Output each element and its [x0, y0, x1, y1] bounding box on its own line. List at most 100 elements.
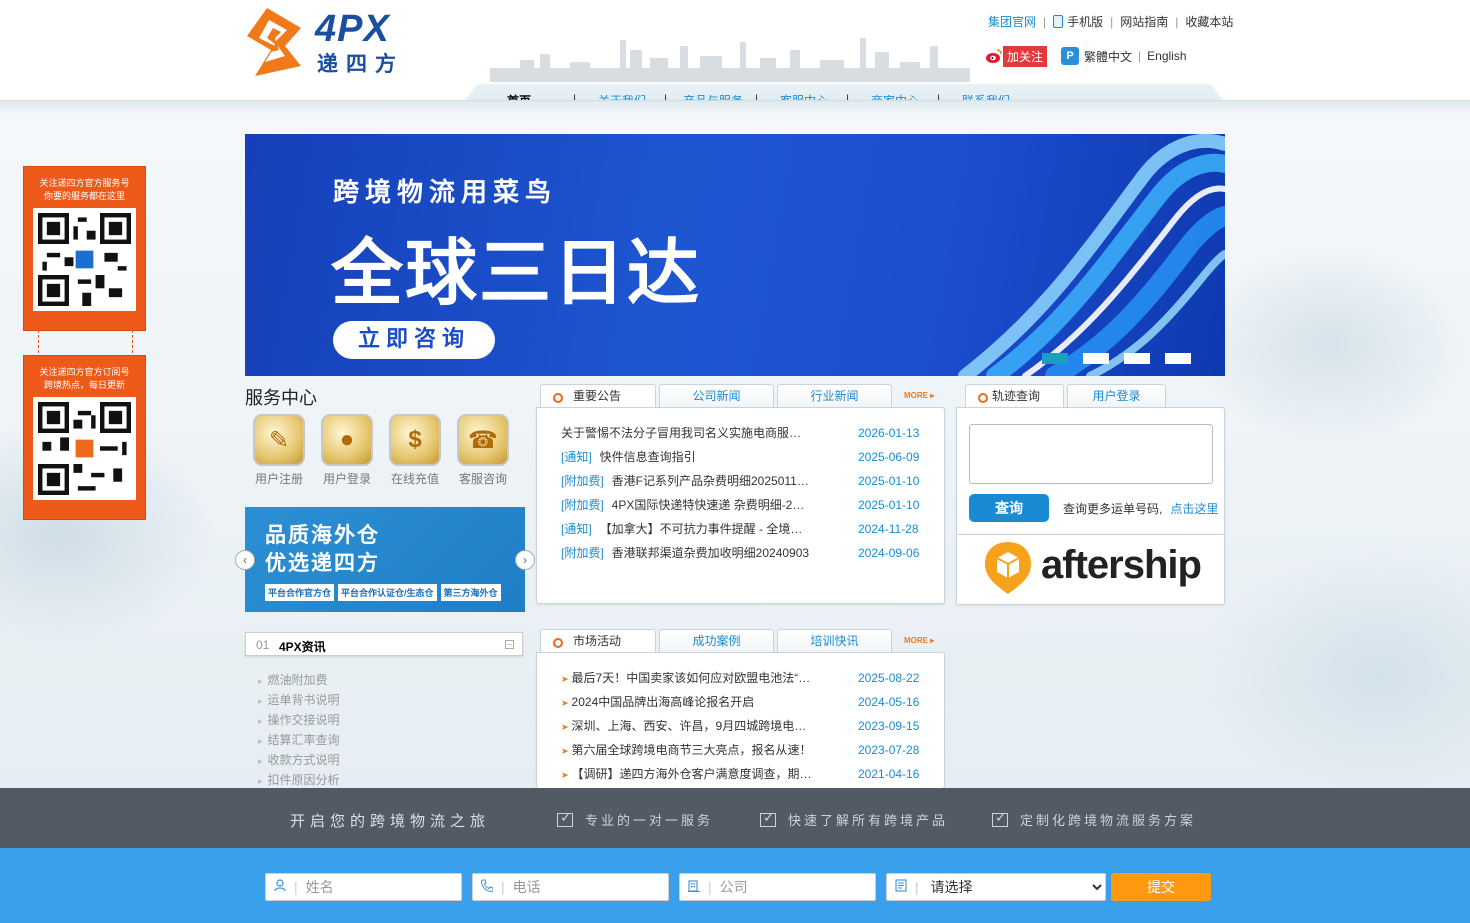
phone-field[interactable]: | 电话: [472, 873, 669, 901]
logo[interactable]: 4PX 递四方: [245, 6, 425, 78]
tab-track-query[interactable]: 轨迹查询: [965, 384, 1064, 408]
news-row[interactable]: [附加费] 4PX国际快递特快速递 杂费明细-2… 2025-01-10: [561, 493, 921, 517]
aftership-partner-logo[interactable]: aftership: [957, 534, 1225, 604]
news-category: [附加费]: [561, 474, 604, 488]
promo-line-1: 品质海外仓: [265, 523, 380, 547]
field-divider: |: [914, 879, 919, 895]
warehouse-promo-banner[interactable]: 品质海外仓 优选递四方 平台合作官方仓 平台合作认证仓/生态仓 第三方海外仓: [245, 507, 525, 612]
hero-banner[interactable]: 跨境物流用菜鸟 全球三日达 立即咨询: [245, 134, 1225, 376]
banner-dot[interactable]: [1124, 353, 1150, 364]
aftership-wordmark: aftership: [1041, 543, 1202, 587]
news-title[interactable]: 【加拿大】不可抗力事件提醒 - 全境…: [600, 517, 803, 541]
news-more-link[interactable]: MORE ▸: [904, 391, 934, 400]
service-consult[interactable]: ☎ 客服咨询: [449, 414, 517, 487]
activity-title[interactable]: 深圳、上海、西安、许昌，9月四城跨境电…: [572, 714, 807, 738]
activity-row[interactable]: ➤ 深圳、上海、西安、许昌，9月四城跨境电… 2023-09-15: [561, 714, 921, 738]
news-title[interactable]: 香港联邦渠道杂费加收明细20240903: [612, 541, 809, 565]
news-title[interactable]: 快件信息查询指引: [600, 445, 696, 469]
activities-more-link[interactable]: MORE ▸: [904, 636, 934, 645]
activity-title[interactable]: 【调研】递四方海外仓客户满意度调查，期…: [572, 762, 812, 786]
info-link-list: 燃油附加费 运单背书说明 操作交接说明 结算汇率查询 收款方式说明 扣件原因分析: [258, 670, 340, 790]
banner-dot[interactable]: [1083, 353, 1109, 364]
contact-form-band: | 姓名 | 电话 | 公司 | 请选择 提交: [0, 848, 1470, 923]
news-row[interactable]: 关于警惕不法分子冒用我司名义实施电商服… 2026-01-13: [561, 421, 921, 445]
info-section-header[interactable]: 01 4PX资讯 –: [245, 632, 523, 656]
info-link[interactable]: 收款方式说明: [258, 750, 340, 770]
category-select[interactable]: 请选择: [926, 878, 1105, 896]
group-site-link[interactable]: 集团官网: [988, 13, 1036, 30]
info-link[interactable]: 操作交接说明: [258, 710, 340, 730]
lang-english-link[interactable]: English: [1147, 49, 1186, 63]
track-query-button[interactable]: 查询: [969, 494, 1049, 522]
service-label: 客服咨询: [458, 472, 507, 486]
activity-row[interactable]: ➤ 2024中国品牌出海高峰论报名开启 2024-05-16: [561, 690, 921, 714]
bookmark-link[interactable]: 收藏本站: [1185, 13, 1233, 30]
tab-industry-news[interactable]: 行业新闻: [777, 384, 892, 408]
activity-title[interactable]: 2024中国品牌出海高峰论报名开启: [572, 690, 755, 714]
service-label: 用户登录: [322, 472, 371, 486]
news-title[interactable]: 4PX国际快递特快速递 杂费明细-2…: [612, 493, 805, 517]
banner-dot[interactable]: [1165, 353, 1191, 364]
header-strip: [0, 100, 1470, 115]
separator: |: [1043, 14, 1047, 29]
consult-button[interactable]: 立即咨询: [333, 321, 495, 359]
tab-training-news[interactable]: 培训快讯: [777, 629, 892, 653]
news-row[interactable]: [通知] 快件信息查询指引 2025-06-09: [561, 445, 921, 469]
news-title[interactable]: 香港F记系列产品杂费明细2025011…: [612, 469, 809, 493]
check-icon: [557, 809, 575, 827]
activity-date: 2025-08-22: [858, 671, 920, 685]
field-divider: |: [708, 879, 712, 895]
lang-traditional-link[interactable]: 繁體中文: [1084, 48, 1132, 65]
tracking-panel: 查询 查询更多运单号码, 点击这里 aftership: [956, 407, 1225, 605]
company-field[interactable]: | 公司: [679, 873, 876, 901]
promo-next-arrow-icon[interactable]: ›: [515, 550, 535, 570]
field-divider: |: [501, 879, 505, 895]
service-login[interactable]: ● 用户登录: [313, 414, 381, 487]
service-register[interactable]: ✎ 用户注册: [245, 414, 313, 487]
activity-row[interactable]: ➤ 第六届全球跨境电商节三大亮点，报名从速！ 2023-07-28: [561, 738, 921, 762]
news-category: [通知]: [561, 522, 592, 536]
banner-pagination: [1042, 353, 1191, 364]
activity-row[interactable]: ➤ 【调研】递四方海外仓客户满意度调查，期… 2021-04-16: [561, 762, 921, 786]
tab-announcements[interactable]: 重要公告: [540, 384, 656, 408]
info-link[interactable]: 运单背书说明: [258, 690, 340, 710]
track-more-link[interactable]: 点击这里: [1170, 502, 1218, 516]
building-icon: [688, 879, 702, 895]
weibo-follow-button[interactable]: 加关注: [985, 45, 1048, 67]
activity-date: 2023-07-28: [858, 743, 920, 757]
news-row[interactable]: [附加费] 香港F记系列产品杂费明细2025011… 2025-01-10: [561, 469, 921, 493]
logo-cn-name: 递四方: [317, 52, 404, 76]
info-link[interactable]: 扣件原因分析: [258, 770, 340, 790]
tab-company-news[interactable]: 公司新闻: [659, 384, 774, 408]
feature-label: 快速了解所有跨境产品: [788, 813, 949, 828]
tab-success-cases[interactable]: 成功案例: [659, 629, 774, 653]
name-field[interactable]: | 姓名: [265, 873, 462, 901]
separator: |: [1175, 14, 1179, 29]
activity-row[interactable]: ➤ 最后7天！中国卖家该如何应对欧盟电池法“… 2025-08-22: [561, 666, 921, 690]
mobile-link[interactable]: 手机版: [1067, 13, 1103, 30]
news-row[interactable]: [附加费] 香港联邦渠道杂费加收明细20240903 2024-09-06: [561, 541, 921, 565]
logo-wordmark: 4PX: [315, 8, 390, 50]
tab-market-activities[interactable]: 市场活动: [540, 629, 656, 653]
service-recharge[interactable]: $ 在线充值: [381, 414, 449, 487]
banner-dot[interactable]: [1042, 353, 1068, 364]
site-guide-link[interactable]: 网站指南: [1120, 13, 1168, 30]
activity-title[interactable]: 第六届全球跨境电商节三大亮点，报名从速！: [572, 738, 812, 762]
promo-prev-arrow-icon[interactable]: ‹: [235, 550, 255, 570]
separator: |: [1138, 49, 1142, 63]
news-row[interactable]: [通知] 【加拿大】不可抗力事件提醒 - 全境… 2024-11-28: [561, 517, 921, 541]
info-link[interactable]: 燃油附加费: [258, 670, 340, 690]
register-icon: ✎: [253, 414, 305, 466]
news-title[interactable]: 关于警惕不法分子冒用我司名义实施电商服…: [561, 421, 801, 445]
tab-user-login[interactable]: 用户登录: [1067, 384, 1166, 408]
activity-title[interactable]: 最后7天！中国卖家该如何应对欧盟电池法“…: [572, 666, 811, 690]
collapse-icon[interactable]: –: [505, 640, 514, 649]
tracking-number-textarea[interactable]: [969, 424, 1213, 484]
light-swirl-graphic: [958, 134, 1225, 376]
category-select-field[interactable]: | 请选择: [886, 873, 1106, 901]
submit-button[interactable]: 提交: [1111, 873, 1211, 901]
qr-subscription-account: 关注递四方官方订阅号 跨境热点，每日更新: [23, 355, 146, 520]
track-hint-text: 查询更多运单号码,: [1063, 502, 1163, 516]
document-icon: [895, 879, 909, 895]
info-link[interactable]: 结算汇率查询: [258, 730, 340, 750]
